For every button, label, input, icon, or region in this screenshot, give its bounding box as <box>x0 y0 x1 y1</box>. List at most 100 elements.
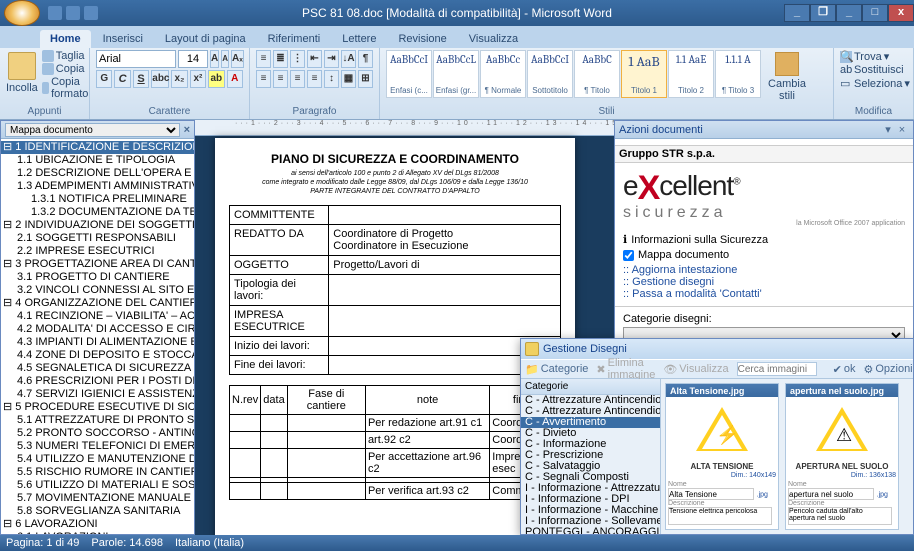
nav-item[interactable]: 5.4 UTILIZZO E MANUTENZIONE DI MA <box>1 453 194 466</box>
thumbnail-card[interactable]: Alta Tensione.jpg⚡ALTA TENSIONEDim.: 140… <box>665 383 779 530</box>
strike-button[interactable]: abc <box>151 70 169 88</box>
thumbnail-card[interactable]: apertura nel suolo.jpg⚠APERTURA NEL SUOL… <box>785 383 899 530</box>
style-box[interactable]: AaBbCcISottotitolo <box>527 50 573 98</box>
bold-button[interactable]: G <box>96 70 112 88</box>
style-box[interactable]: 1.1 AaETitolo 2 <box>668 50 714 98</box>
nav-item[interactable]: 5.2 PRONTO SOCCORSO - ANTINCEND <box>1 427 194 440</box>
style-box[interactable]: AaBbC¶ Titolo <box>574 50 620 98</box>
thumb-name-input[interactable] <box>788 488 874 500</box>
tab-mailings[interactable]: Lettere <box>332 30 386 48</box>
shrink-font-button[interactable]: A <box>221 50 229 68</box>
category-item[interactable]: C - Attrezzature Antincendio Fotolumine.… <box>521 406 660 417</box>
nav-item[interactable]: 1.3.2 DOCUMENTAZIONE DA TENER <box>1 206 194 219</box>
status-words[interactable]: Parole: 14.698 <box>91 537 163 549</box>
tab-layout[interactable]: Layout di pagina <box>155 30 256 48</box>
nav-item[interactable]: ⊟ 3 PROGETTAZIONE AREA DI CANTIERE <box>1 258 194 271</box>
qat-redo-icon[interactable] <box>84 6 98 20</box>
link-gestione[interactable]: Gestione disegni <box>623 276 905 288</box>
show-marks-button[interactable]: ¶ <box>358 50 373 68</box>
font-size-input[interactable] <box>178 50 208 68</box>
nav-item[interactable]: 4.5 SEGNALETICA DI SICUREZZA <box>1 362 194 375</box>
nav-item[interactable]: 5.3 NUMERI TELEFONICI DI EMERGEN <box>1 440 194 453</box>
nav-item[interactable]: 5.1 ATTREZZATURE DI PRONTO SOCC <box>1 414 194 427</box>
tab-insert[interactable]: Inserisci <box>93 30 153 48</box>
nav-item[interactable]: ⊟ 2 INDIVIDUAZIONE DEI SOGGETTI CON CO <box>1 219 194 232</box>
replace-button[interactable]: abSostituisci <box>840 64 904 76</box>
grow-font-button[interactable]: A <box>210 50 219 68</box>
select-button[interactable]: ▭Seleziona ▾ <box>840 77 910 90</box>
tab-home[interactable]: Home <box>40 30 91 48</box>
tb-opzioni[interactable]: ⚙ Opzioni <box>863 363 912 376</box>
thumb-desc-input[interactable]: Pericolo caduta dall'alto apertura nel s… <box>788 507 892 525</box>
style-box[interactable]: 1 AaBTitolo 1 <box>621 50 667 98</box>
nav-item[interactable]: 4.3 IMPIANTI DI ALIMENTAZIONE E RE <box>1 336 194 349</box>
nav-item[interactable]: 2.1 SOGGETTI RESPONSABILI <box>1 232 194 245</box>
categories-list[interactable]: C - Attrezzature AntincendioC - Attrezza… <box>521 395 660 534</box>
status-page[interactable]: Pagina: 1 di 49 <box>6 537 79 549</box>
category-item[interactable]: PONTEGGI - ANCORAGGI <box>521 527 660 534</box>
link-contatti[interactable]: Passa a modalità 'Contatti' <box>623 288 905 300</box>
nav-item[interactable]: 3.1 PROGETTO DI CANTIERE <box>1 271 194 284</box>
close-button[interactable]: x <box>888 4 914 22</box>
nav-item[interactable]: 5.6 UTILIZZO DI MATERIALI E SOSTA <box>1 479 194 492</box>
nav-item[interactable]: 5.7 MOVIMENTAZIONE MANUALE DEI C <box>1 492 194 505</box>
underline-button[interactable]: S <box>133 70 149 88</box>
qat-save-icon[interactable] <box>48 6 62 20</box>
cut-button[interactable]: Taglia <box>42 50 93 62</box>
align-right-button[interactable]: ≡ <box>290 70 305 88</box>
line-spacing-button[interactable]: ↕ <box>324 70 339 88</box>
style-box[interactable]: AaBbCcLEnfasi (gr... <box>433 50 479 98</box>
search-input[interactable] <box>737 362 817 376</box>
nav-item[interactable]: 1.3 ADEMPIMENTI AMMINISTRATIVI <box>1 180 194 193</box>
nav-item[interactable]: 4.2 MODALITA' DI ACCESSO E CIRCOL <box>1 323 194 336</box>
tab-references[interactable]: Riferimenti <box>258 30 331 48</box>
subscript-button[interactable]: x₂ <box>171 70 187 88</box>
thumb-name-input[interactable] <box>668 488 754 500</box>
format-painter-button[interactable]: Copia formato <box>42 76 93 100</box>
thumb-desc-input[interactable]: Tensione elettrica pericolosa <box>668 507 772 525</box>
minimize-button-2[interactable]: _ <box>836 4 862 22</box>
tb-categorie[interactable]: 📁 Categorie <box>525 363 588 376</box>
maximize-button[interactable]: □ <box>862 4 888 22</box>
category-item[interactable]: C - Attrezzature Antincendio <box>521 395 660 406</box>
category-item[interactable]: I - Informazione - Macchine di cantiere <box>521 505 660 516</box>
document-map-tree[interactable]: ⊟ 1 IDENTIFICAZIONE E DESCRIZIONE DEL1.1… <box>1 139 194 534</box>
nav-item[interactable]: 1.3.1 NOTIFICA PRELIMINARE <box>1 193 194 206</box>
paste-button[interactable]: Incolla <box>6 50 38 94</box>
actions-pane-close[interactable]: × <box>895 124 909 136</box>
navpane-mode-select[interactable]: Mappa documento <box>5 123 180 137</box>
category-item[interactable]: I - Informazione - Attrezzature di canti… <box>521 483 660 494</box>
category-item[interactable]: C - Informazione <box>521 439 660 450</box>
actions-pane-dropdown[interactable]: ▾ <box>881 123 895 136</box>
superscript-button[interactable]: x² <box>190 70 206 88</box>
nav-item[interactable]: ⊟ 5 PROCEDURE ESECUTIVE DI SICUREZZ <box>1 401 194 414</box>
nav-item[interactable]: ⊟ 6 LAVORAZIONI <box>1 518 194 531</box>
minimize-button[interactable]: _ <box>784 4 810 22</box>
nav-item[interactable]: 4.4 ZONE DI DEPOSITO E STOCCAGGI <box>1 349 194 362</box>
category-item[interactable]: I - Informazione - DPI <box>521 494 660 505</box>
justify-button[interactable]: ≡ <box>307 70 322 88</box>
status-language[interactable]: Italiano (Italia) <box>175 537 244 549</box>
nav-item[interactable]: 2.2 IMPRESE ESECUTRICI <box>1 245 194 258</box>
font-color-button[interactable]: A <box>227 70 243 88</box>
nav-item[interactable]: ⊟ 1 IDENTIFICAZIONE E DESCRIZIONE DEL <box>1 141 194 154</box>
style-box[interactable]: 1.1.1 A¶ Titolo 3 <box>715 50 761 98</box>
nav-item[interactable]: 6.1 LAVORAZIONI <box>1 531 194 534</box>
style-box[interactable]: AaBbCcIEnfasi (c... <box>386 50 432 98</box>
category-item[interactable]: C - Segnali Composti <box>521 472 660 483</box>
nav-item[interactable]: 4.6 PRESCRIZIONI PER I POSTI DI L <box>1 375 194 388</box>
multilevel-button[interactable]: ⋮ <box>290 50 305 68</box>
info-item[interactable]: ℹInformazioni sulla Sicurezza <box>623 233 905 246</box>
category-item[interactable]: I - Informazione - Sollevamento dei mat.… <box>521 516 660 527</box>
clear-format-button[interactable]: Aₓ <box>231 50 244 68</box>
tab-view[interactable]: Visualizza <box>459 30 528 48</box>
shading-button[interactable]: ▦ <box>341 70 356 88</box>
change-styles-button[interactable]: Cambia stili <box>765 50 809 102</box>
nav-item[interactable]: 1.2 DESCRIZIONE DELL'OPERA E DEI L <box>1 167 194 180</box>
nav-item[interactable]: 1.1 UBICAZIONE E TIPOLOGIA <box>1 154 194 167</box>
nav-item[interactable]: 4.7 SERVIZI IGIENICI E ASSISTENZI <box>1 388 194 401</box>
font-name-input[interactable] <box>96 50 176 68</box>
numbering-button[interactable]: ≣ <box>273 50 288 68</box>
category-item[interactable]: C - Divieto <box>521 428 660 439</box>
nav-item[interactable]: 5.8 SORVEGLIANZA SANITARIA <box>1 505 194 518</box>
